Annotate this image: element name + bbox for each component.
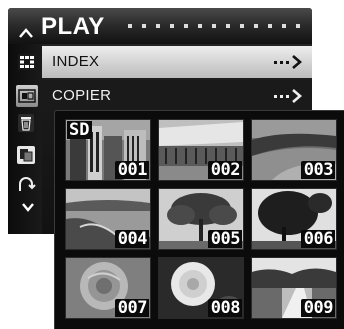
rotate-icon[interactable] <box>15 174 37 196</box>
thumbnail-007[interactable]: 007 <box>65 257 151 319</box>
index-icon <box>16 51 38 73</box>
trash-icon[interactable] <box>15 112 37 134</box>
menu-header: PLAY <box>8 8 312 44</box>
thumbnail-003[interactable]: 003 <box>251 119 337 181</box>
frame-number: 006 <box>300 230 335 248</box>
thumbnail-006[interactable]: 006 <box>251 188 337 250</box>
scroll-down-icon[interactable] <box>21 202 35 212</box>
thumbnail-004[interactable]: 004 <box>65 188 151 250</box>
submenu-arrow-icon <box>274 89 302 103</box>
scroll-up-icon[interactable] <box>18 27 34 39</box>
thumbnail-002[interactable]: 002 <box>158 119 244 181</box>
menu-item-copier-label: COPIER <box>52 87 112 104</box>
thumbnail-005[interactable]: 005 <box>158 188 244 250</box>
frame-number: 003 <box>300 161 335 179</box>
memory-card-badge: SD <box>67 121 93 139</box>
menu-item-copier[interactable]: COPIER <box>42 80 312 112</box>
menu-item-index-label: INDEX <box>52 53 100 70</box>
menu-item-index[interactable]: INDEX <box>42 46 312 78</box>
thumbnail-008[interactable]: 008 <box>158 257 244 319</box>
header-dots <box>128 24 300 28</box>
copier-icon <box>16 85 38 107</box>
index-playback-panel: SD 001 002 003 004 005 006 007 008 009 <box>54 110 344 329</box>
frame-number: 004 <box>114 230 149 248</box>
slideshow-icon[interactable] <box>15 144 37 166</box>
thumbnail-009[interactable]: 009 <box>251 257 337 319</box>
frame-number: 009 <box>300 299 335 317</box>
frame-number: 002 <box>207 161 242 179</box>
thumbnail-001[interactable]: SD 001 <box>65 119 151 181</box>
frame-number: 001 <box>114 161 149 179</box>
frame-number: 007 <box>114 299 149 317</box>
menu-title: PLAY <box>41 13 105 40</box>
submenu-arrow-icon <box>274 55 302 69</box>
frame-number: 005 <box>207 230 242 248</box>
frame-number: 008 <box>207 299 242 317</box>
